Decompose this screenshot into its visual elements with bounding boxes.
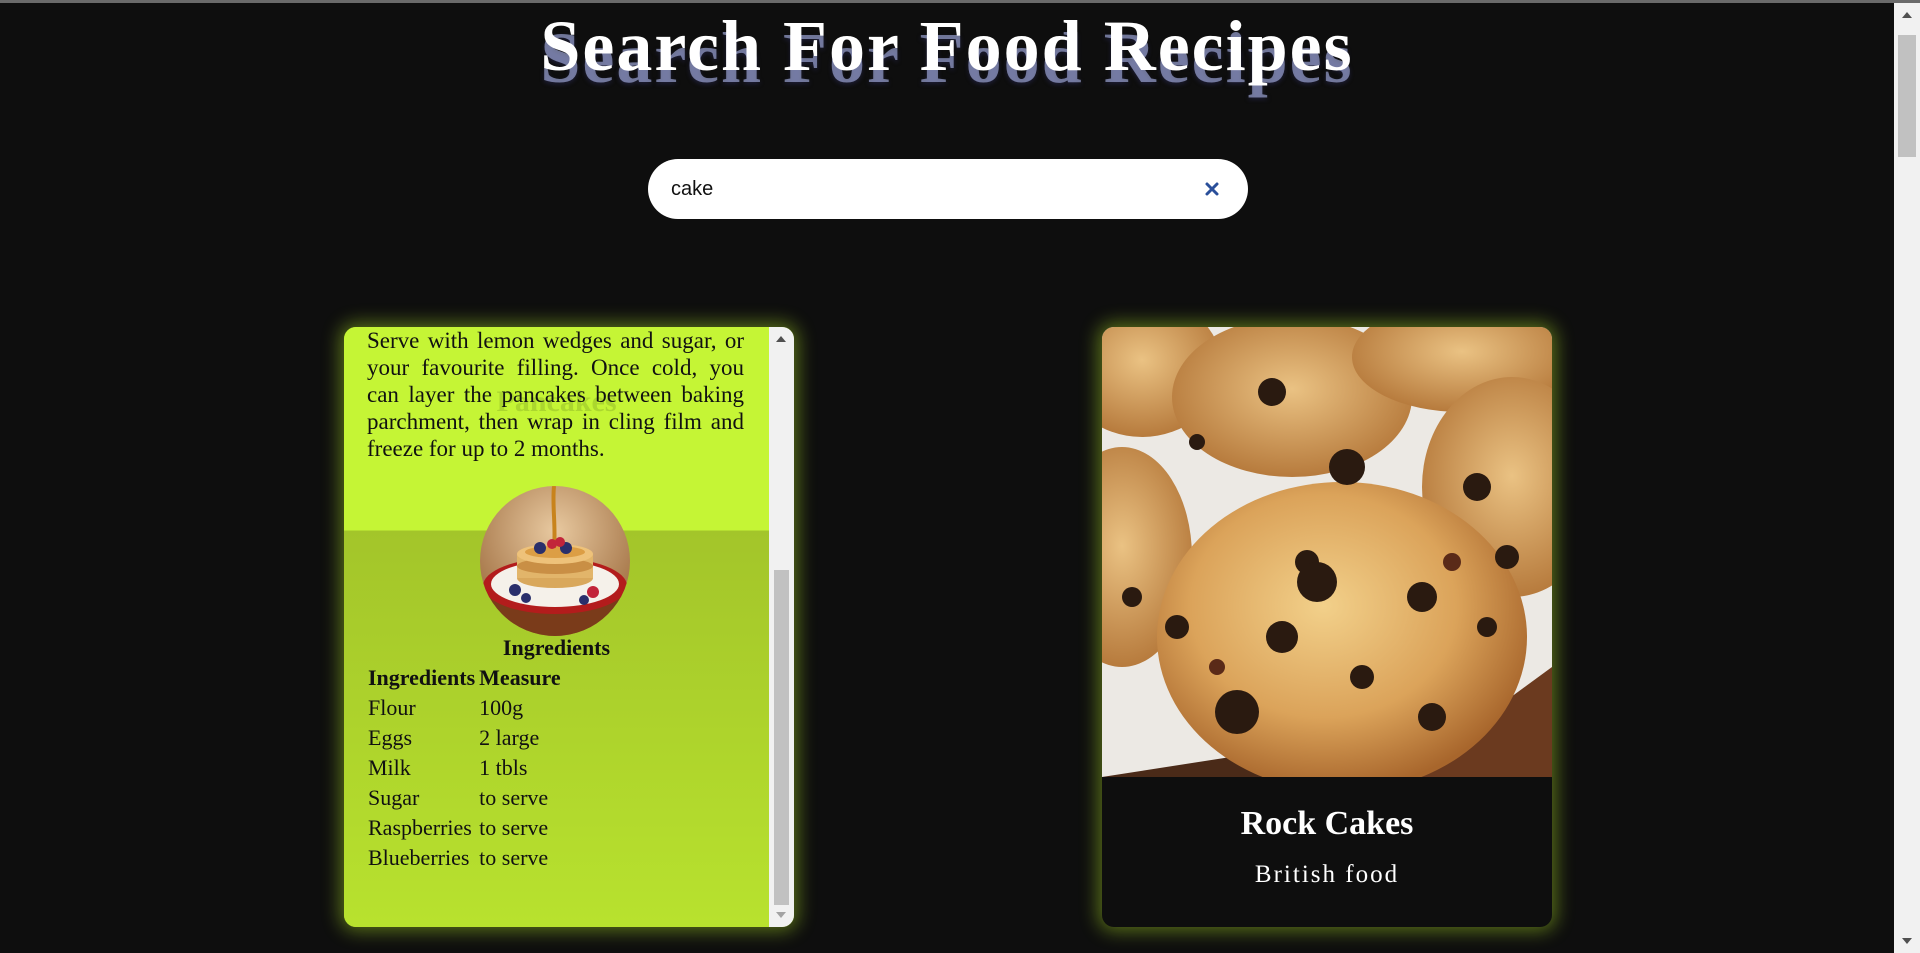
recipe-image: [1102, 327, 1552, 792]
ingredient-measure: 1 tbls: [479, 755, 528, 780]
table-header-row: Ingredients Measure: [368, 663, 565, 693]
ingredients-heading: Ingredients: [502, 635, 611, 660]
window-top-edge: [0, 0, 1920, 3]
page-scrollbar[interactable]: [1894, 3, 1920, 953]
table-row: Eggs 2 large: [368, 723, 565, 753]
column-header-measure: Measure: [479, 665, 561, 690]
table-row: Raspberries to serve: [368, 813, 565, 843]
page-scroll-thumb[interactable]: [1898, 35, 1916, 157]
ingredient-name: Milk: [368, 755, 411, 780]
table-row: Sugar to serve: [368, 783, 565, 813]
recipe-instructions: Serve with lemon wedges and sugar, or yo…: [367, 328, 744, 461]
ingredient-name: Sugar: [368, 785, 420, 810]
table-row: Blueberries to serve: [368, 843, 565, 873]
scroll-down-arrow-icon[interactable]: [1902, 938, 1912, 944]
scroll-up-arrow-icon[interactable]: [776, 336, 786, 342]
ingredient-measure: 2 large: [479, 725, 540, 750]
ingredients-table: Ingredients Measure Flour 100g Eggs 2 la…: [368, 663, 565, 873]
recipe-thumbnail: [480, 486, 630, 636]
search-box[interactable]: [648, 159, 1248, 219]
recipe-details-panel: Pancakes Serve with lemon wedges and sug…: [344, 327, 769, 927]
search-input[interactable]: [671, 159, 1151, 219]
ingredient-measure: to serve: [479, 815, 549, 840]
scroll-up-arrow-icon[interactable]: [1902, 12, 1912, 18]
page-title: Search For Food Recipes: [540, 6, 1354, 86]
card-scroll-thumb[interactable]: [774, 570, 789, 905]
ingredient-measure: 100g: [479, 695, 524, 720]
ingredient-name: Blueberries: [368, 845, 470, 870]
scroll-down-arrow-icon[interactable]: [776, 912, 786, 918]
recipe-title: Rock Cakes: [1240, 805, 1414, 842]
close-icon[interactable]: [1200, 177, 1224, 201]
ingredient-name: Raspberries: [368, 815, 472, 840]
recipe-card-pancakes[interactable]: Pancakes Serve with lemon wedges and sug…: [344, 327, 794, 927]
card-scrollbar[interactable]: [769, 327, 794, 927]
header: Search For Food Recipes: [0, 6, 1894, 86]
recipe-cuisine: British food: [1254, 861, 1400, 888]
ingredient-name: Eggs: [368, 725, 412, 750]
ingredient-measure: to serve: [479, 845, 549, 870]
ingredient-measure: to serve: [479, 785, 549, 810]
column-header-ingredients: Ingredients: [368, 665, 476, 690]
table-row: Flour 100g: [368, 693, 565, 723]
ingredient-name: Flour: [368, 695, 416, 720]
table-row: Milk 1 tbls: [368, 753, 565, 783]
recipe-card-rock-cakes[interactable]: Rock Cakes British food: [1102, 327, 1552, 927]
